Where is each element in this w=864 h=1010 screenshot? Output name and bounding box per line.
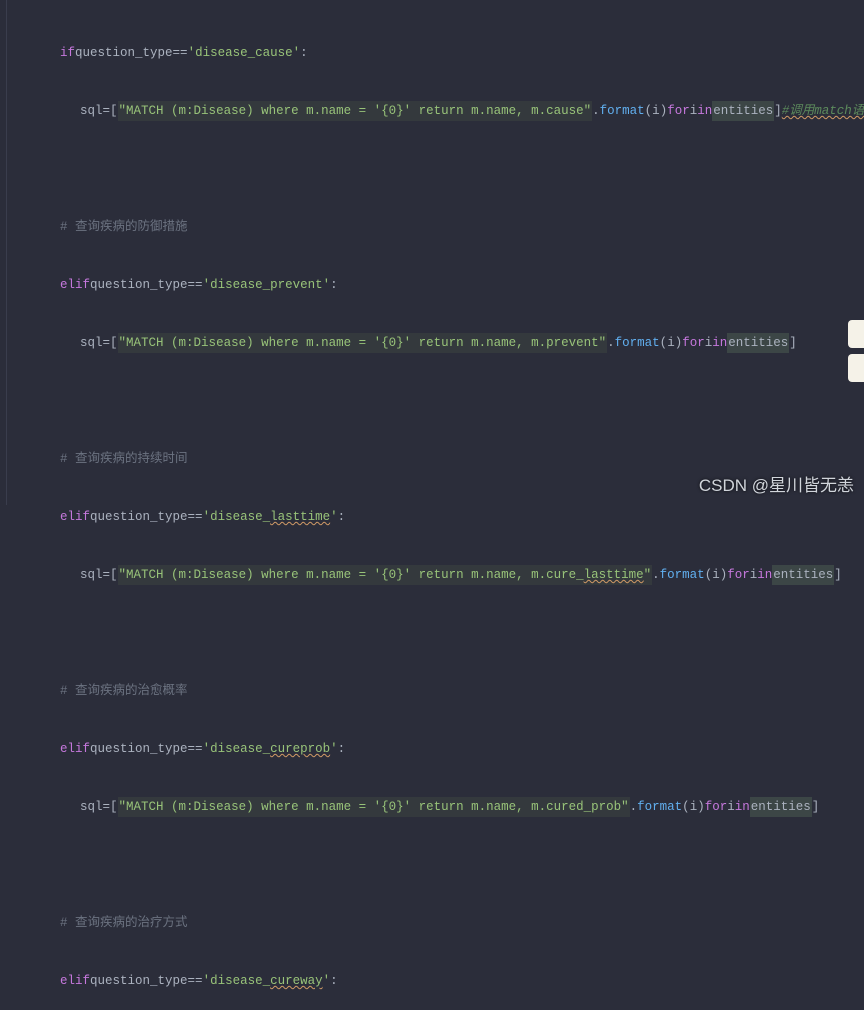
code-line: # 查询疾病的防御措施 bbox=[20, 218, 864, 236]
tool-icon[interactable] bbox=[848, 320, 864, 348]
code-line: sql = ["MATCH (m:Disease) where m.name =… bbox=[20, 334, 864, 352]
code-line: # 查询疾病的治愈概率 bbox=[20, 682, 864, 700]
watermark: CSDN @星川皆无恙 bbox=[699, 472, 854, 499]
right-toolbar bbox=[848, 320, 864, 382]
code-line: # 查询疾病的治疗方式 bbox=[20, 914, 864, 932]
code-line: sql = ["MATCH (m:Disease) where m.name =… bbox=[20, 566, 864, 584]
code-line: elif question_type == 'disease_cureprob'… bbox=[20, 740, 864, 758]
code-editor[interactable]: if question_type == 'disease_cause': sql… bbox=[0, 0, 864, 1010]
code-line: elif question_type == 'disease_cureway': bbox=[20, 972, 864, 990]
blank-line bbox=[20, 856, 864, 874]
tool-icon[interactable] bbox=[848, 354, 864, 382]
gutter-line bbox=[6, 0, 7, 505]
code-line: sql = ["MATCH (m:Disease) where m.name =… bbox=[20, 102, 864, 120]
code-line: sql = ["MATCH (m:Disease) where m.name =… bbox=[20, 798, 864, 816]
code-line: elif question_type == 'disease_prevent': bbox=[20, 276, 864, 294]
code-line: elif question_type == 'disease_lasttime'… bbox=[20, 508, 864, 526]
blank-line bbox=[20, 160, 864, 178]
blank-line bbox=[20, 624, 864, 642]
code-line: if question_type == 'disease_cause': bbox=[20, 44, 864, 62]
blank-line bbox=[20, 392, 864, 410]
code-line: # 查询疾病的持续时间 bbox=[20, 450, 864, 468]
